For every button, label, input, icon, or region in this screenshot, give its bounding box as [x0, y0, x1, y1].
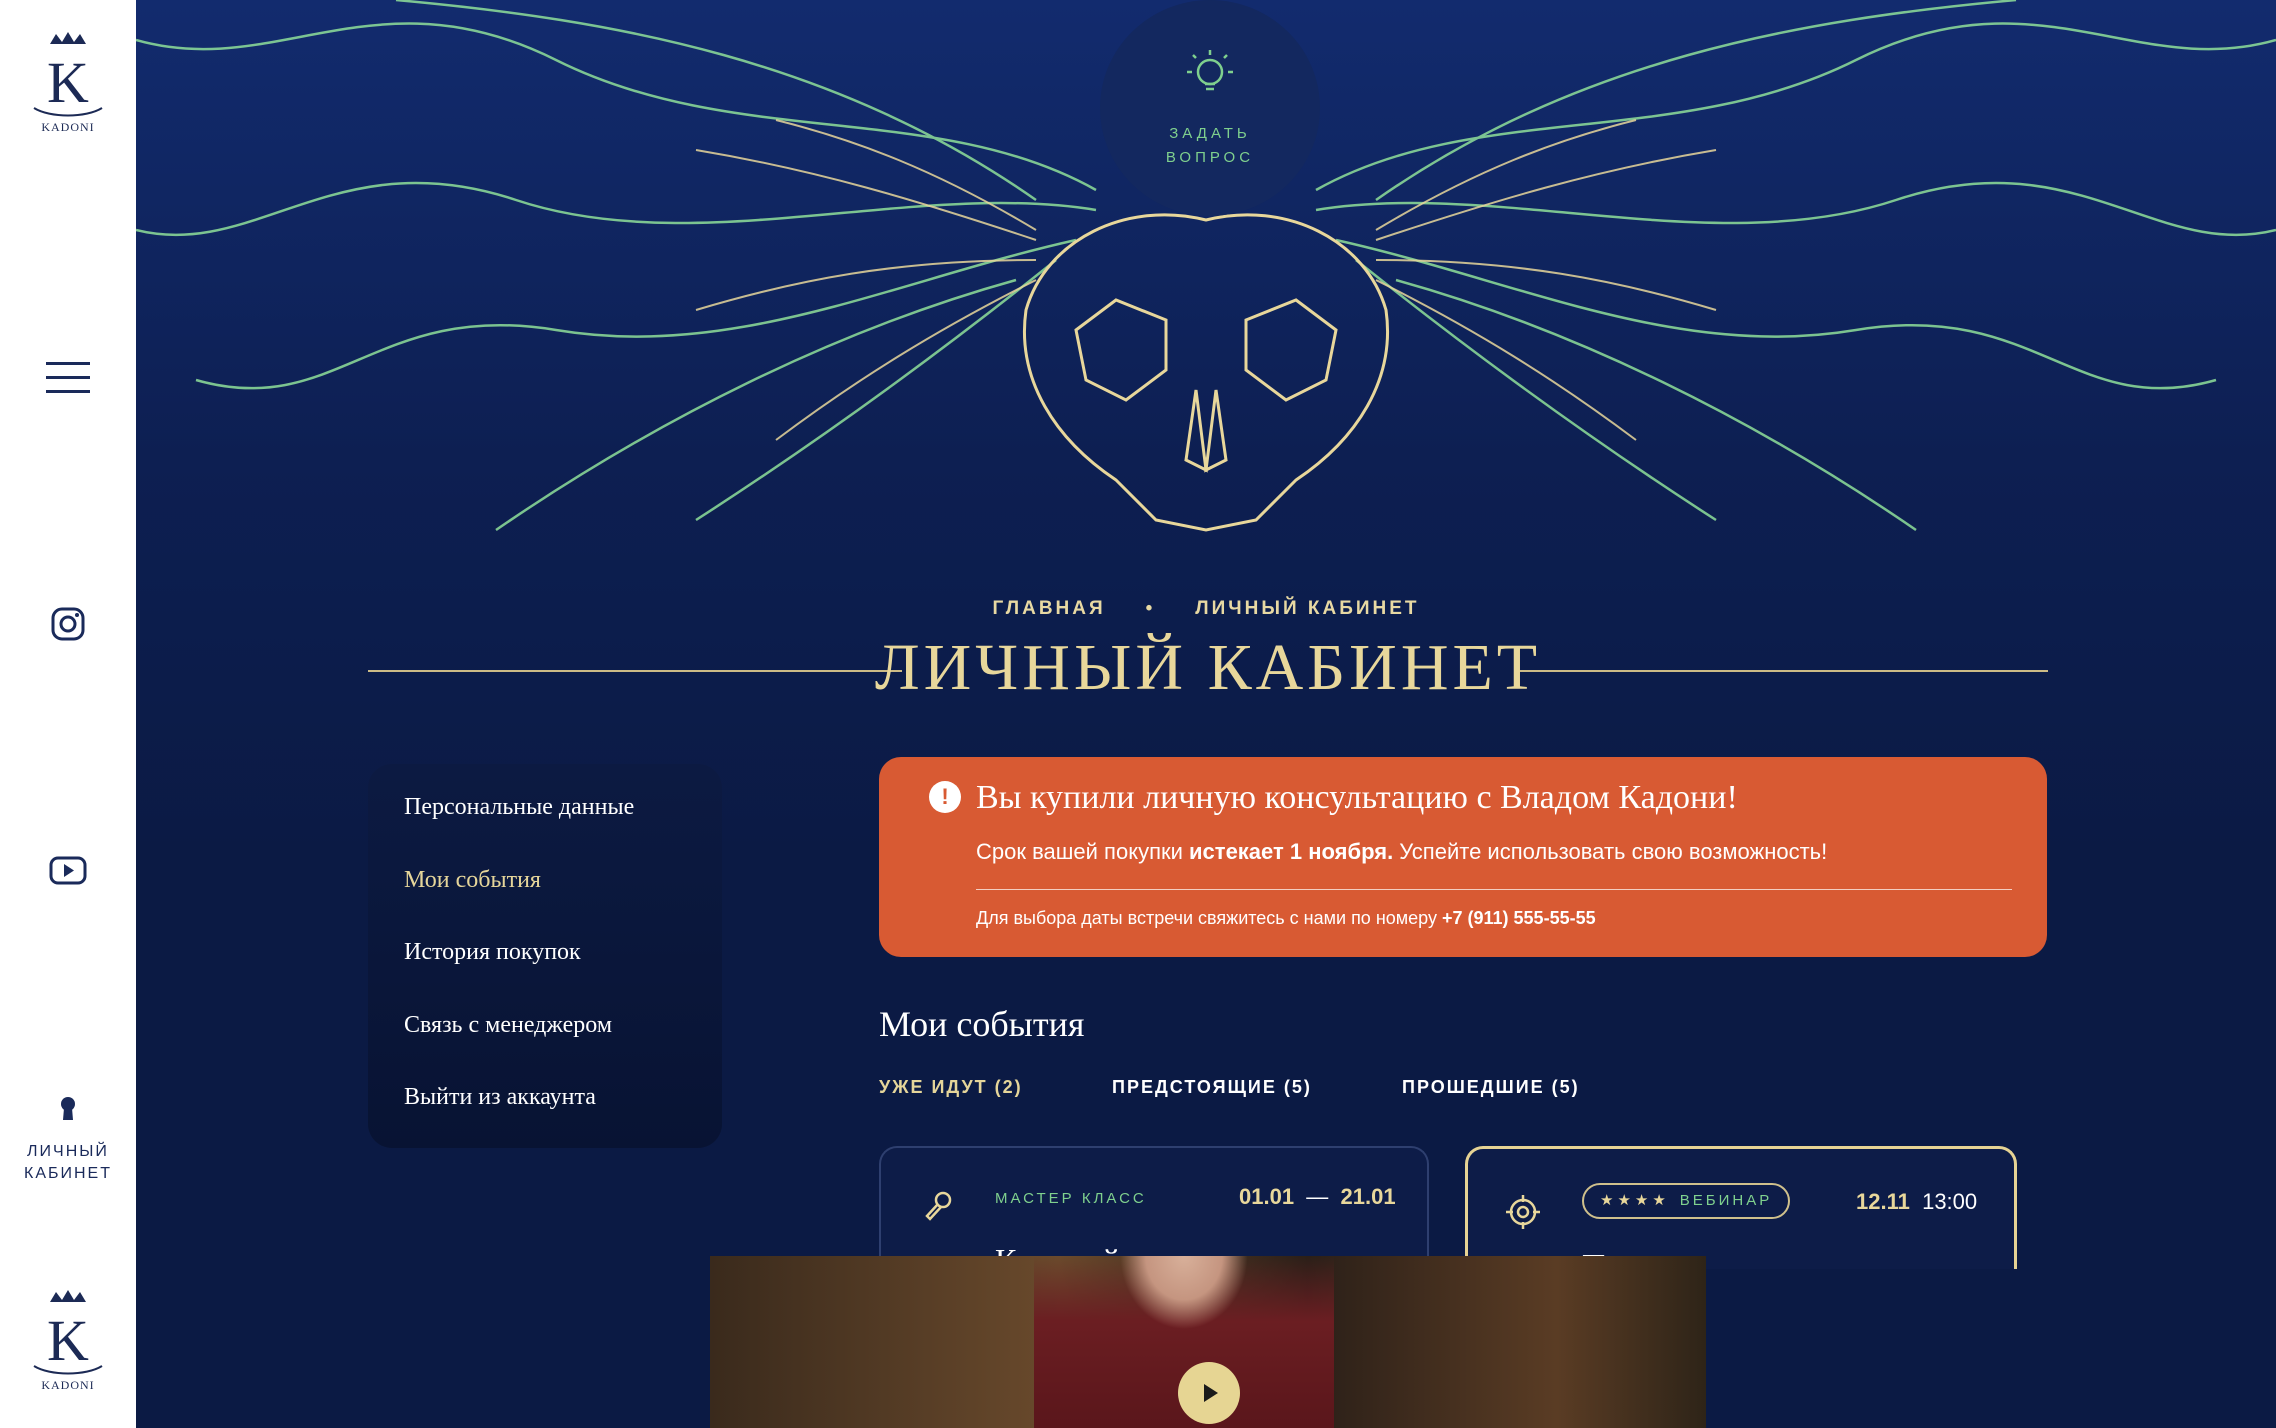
menu-item-personal-data[interactable]: Персональные данные [404, 794, 634, 821]
alert-contact: Для выбора даты встречи свяжитесь с нами… [976, 908, 1596, 928]
webinar-badge: ★★★★ ВЕБИНАР [1582, 1183, 1791, 1219]
ask-label-line2: ВОПРОС [1165, 149, 1255, 166]
alert-title: Вы купили личную консультацию с Владом К… [976, 779, 1738, 816]
event-card-masterclass[interactable]: МАСТЕР КЛАСС 01.01 — 21.01 Как пройти ка… [879, 1146, 1429, 1268]
breadcrumb-home[interactable]: ГЛАВНАЯ [992, 598, 1105, 619]
video-play-button[interactable] [1178, 1362, 1240, 1424]
logo-text: KADONI [41, 120, 95, 134]
breadcrumb-separator: • [1145, 598, 1156, 619]
sidebar: K KADONI ЛИЧНЫЙ КАБИНЕТ K KADONI [0, 0, 136, 1428]
alert-divider [976, 889, 2012, 890]
alert-subtitle: Срок вашей покупки истекает 1 ноября. Ус… [976, 839, 1828, 864]
kadoni-logo[interactable]: K KADONI [20, 30, 116, 146]
event-date: 12.11 13:00 [1856, 1189, 1978, 1214]
cabinet-label-line1: ЛИЧНЫЙ [27, 1143, 109, 1160]
main-area: ЗАДАТЬ ВОПРОС ГЛАВНАЯ • ЛИЧНЫЙ КАБИНЕТ ЛИЧ… [136, 0, 2276, 1428]
event-card-webinar[interactable]: ★★★★ВЕБИНАР 12.11 13:00 П [1465, 1146, 2017, 1269]
exclamation-icon: ! [929, 781, 961, 813]
tab-past[interactable]: ПРОШЕДШИЕ (5) [1402, 1077, 1580, 1098]
lightbulb-icon [1187, 50, 1233, 91]
breadcrumb-current: ЛИЧНЫЙ КАБИНЕТ [1195, 598, 1420, 619]
rating-stars: ★★★★ [1600, 1192, 1670, 1209]
events-section-title: Мои события [879, 1004, 1085, 1044]
breadcrumb: ГЛАВНАЯ • ЛИЧНЫЙ КАБИНЕТ [136, 598, 2276, 620]
menu-burger-button[interactable] [46, 358, 90, 398]
svg-text:K: K [47, 50, 89, 115]
ask-question-button[interactable]: ЗАДАТЬ ВОПРОС [1100, 0, 1320, 216]
page-title-row: ЛИЧНЫЙ КАБИНЕТ [368, 630, 2048, 710]
youtube-icon[interactable] [48, 850, 88, 890]
alert-phone[interactable]: +7 (911) 555-55-55 [1442, 908, 1596, 928]
personal-cabinet-link[interactable]: ЛИЧНЫЙ КАБИНЕТ [0, 1096, 136, 1184]
tab-upcoming[interactable]: ПРЕДСТОЯЩИЕ (5) [1112, 1077, 1312, 1098]
microphone-icon [925, 1191, 952, 1221]
event-type: ВЕБИНАР [1679, 1192, 1773, 1209]
svg-text:K: K [47, 1308, 89, 1373]
event-type: МАСТЕР КЛАСС [995, 1190, 1147, 1207]
ask-label-line1: ЗАДАТЬ [1169, 125, 1251, 142]
instagram-icon[interactable] [48, 604, 88, 644]
kadoni-logo-bottom[interactable]: K KADONI [20, 1288, 116, 1404]
menu-item-my-events[interactable]: Мои события [404, 867, 541, 894]
logo-text: KADONI [41, 1378, 95, 1392]
keyhole-icon [61, 1097, 75, 1120]
event-dates: 01.01 — 21.01 [1239, 1184, 1396, 1209]
cabinet-label-line2: КАБИНЕТ [24, 1164, 112, 1182]
menu-item-contact-manager[interactable]: Связь с менеджером [404, 1012, 612, 1039]
crown-k-icon: K [33, 1290, 103, 1375]
purchase-alert: ! Вы купили личную консультацию с Владом… [879, 757, 2047, 957]
account-menu: Персональные данные Мои события История … [368, 764, 722, 1148]
menu-item-logout[interactable]: Выйти из аккаунта [404, 1084, 596, 1111]
tab-ongoing[interactable]: УЖЕ ИДУТ (2) [879, 1077, 1023, 1098]
page-title: ЛИЧНЫЙ КАБИНЕТ [874, 631, 1542, 704]
target-icon [1506, 1195, 1540, 1229]
menu-item-purchase-history[interactable]: История покупок [404, 939, 581, 966]
crown-k-icon: K [33, 32, 103, 117]
